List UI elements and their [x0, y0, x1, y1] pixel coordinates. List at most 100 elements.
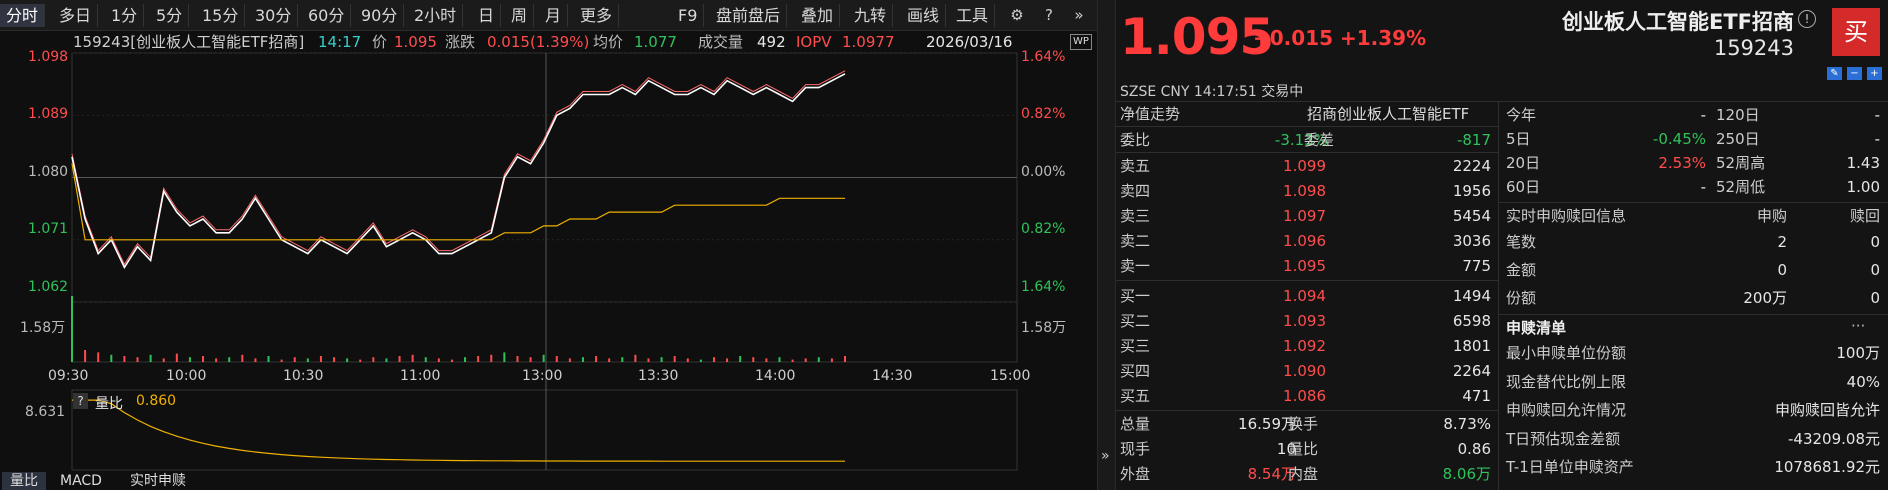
period-label: 120日 — [1716, 106, 1760, 124]
redemption-value: -43209.08元 — [1788, 429, 1880, 448]
volume-bar — [228, 357, 231, 362]
bid-price: 1.092 — [1283, 337, 1326, 355]
period-label: 250日 — [1716, 130, 1760, 148]
volume-bar — [634, 354, 637, 362]
nav-fund-name[interactable]: 招商创业板人工智能ETF — [1307, 103, 1469, 125]
redemption-value: 1078681.92元 — [1774, 458, 1880, 476]
time-tick: 15:00 — [990, 368, 1031, 384]
realtime-col-subscribe: 申购 — [1756, 207, 1787, 225]
bid-level-label: 买五 — [1120, 387, 1151, 405]
redemption-label: T-1日单位申赎资产 — [1506, 458, 1634, 476]
pct-tick: 1.64% — [1021, 49, 1066, 65]
info-icon[interactable]: ! — [1798, 10, 1816, 28]
panel-collapse-bar[interactable]: » — [1097, 0, 1116, 490]
more-icon[interactable]: ··· — [1851, 315, 1865, 337]
price-line — [71, 73, 846, 270]
volume-bar — [621, 357, 624, 362]
volume-bar — [529, 357, 532, 362]
tab-ratio[interactable]: 量比 — [2, 472, 46, 490]
buy-button[interactable]: 买 — [1832, 8, 1880, 56]
volume-bar — [385, 358, 388, 362]
redemption-value: 100万 — [1836, 344, 1880, 362]
volume-bar — [110, 354, 113, 362]
time-tick: 10:30 — [283, 368, 324, 384]
period-value: -0.45% — [1652, 130, 1706, 148]
tab-macd[interactable]: MACD — [52, 472, 110, 490]
ask-price: 1.099 — [1283, 157, 1326, 175]
plus-icon[interactable]: + — [1867, 67, 1882, 80]
ask-level-label: 卖一 — [1120, 257, 1151, 275]
volume-bar — [71, 296, 73, 362]
realtime-redeem-value: 0 — [1870, 289, 1880, 307]
volume-bar — [673, 356, 676, 362]
redemption-title: 申赎清单 — [1506, 319, 1567, 337]
realtime-title: 实时申购赎回信息 — [1506, 207, 1627, 225]
volume-bar — [136, 357, 139, 362]
volume-bar — [149, 354, 152, 362]
stat-label: 换手 — [1288, 415, 1319, 433]
expand-left-icon[interactable]: » — [1101, 448, 1110, 464]
price-tick: 1.071 — [28, 221, 69, 237]
tab-realtime-redemption[interactable]: 实时申赎 — [122, 472, 194, 490]
volume-bar — [660, 357, 663, 362]
volume-bar — [241, 354, 244, 362]
redemption-label: 最小申赎单位份额 — [1506, 344, 1627, 362]
time-tick: 11:00 — [400, 368, 441, 384]
minus-icon[interactable]: − — [1847, 67, 1862, 80]
time-tick: 13:00 — [522, 368, 563, 384]
volume-bar — [699, 359, 702, 362]
edit-icon[interactable]: ✎ — [1827, 67, 1842, 80]
volume-bar — [346, 358, 349, 362]
volume-bar — [581, 357, 584, 362]
ask-level-label: 卖三 — [1120, 207, 1151, 225]
bid-price: 1.090 — [1283, 362, 1326, 380]
ask-volume: 2224 — [1452, 157, 1491, 175]
ratio-help-icon[interactable]: ? — [73, 393, 88, 409]
period-label: 20日 — [1506, 154, 1541, 172]
period-label: 今年 — [1506, 106, 1537, 124]
ask-price: 1.098 — [1283, 182, 1326, 200]
volume-bar — [306, 358, 309, 362]
volume-bar — [97, 352, 100, 362]
stat-label: 内盘 — [1288, 465, 1319, 483]
period-value: 1.43 — [1846, 154, 1880, 172]
bid-volume: 471 — [1462, 387, 1491, 405]
redemption-label: 现金替代比例上限 — [1506, 372, 1627, 391]
ratio-pane-frame — [71, 389, 1018, 471]
volume-bar — [254, 358, 257, 362]
bid-volume: 6598 — [1452, 312, 1491, 330]
volume-bar — [503, 352, 506, 362]
price-tick: 1.089 — [28, 106, 69, 122]
volume-bar — [293, 357, 296, 362]
period-value: - — [1874, 130, 1880, 148]
volume-bar — [830, 358, 833, 362]
volume-bar — [804, 358, 807, 362]
time-tick: 14:30 — [872, 368, 913, 384]
stat-value: 8.54万 — [1247, 465, 1296, 483]
bid-price: 1.093 — [1283, 312, 1326, 330]
bid-level-label: 买四 — [1120, 362, 1151, 380]
period-label: 5日 — [1506, 130, 1531, 148]
nav-trend-link[interactable]: 净值走势 — [1120, 103, 1180, 125]
volume-bar — [175, 353, 178, 362]
volume-bar — [555, 356, 558, 362]
price-tick: 1.062 — [28, 279, 69, 295]
volume-bar — [319, 356, 322, 362]
period-label: 52周高 — [1716, 154, 1766, 172]
security-title: 创业板人工智能ETF招商 — [1561, 10, 1794, 34]
quote-panel: 1.095 +0.015 +1.39% 创业板人工智能ETF招商 ! 15924… — [1116, 0, 1888, 490]
realtime-col-redeem: 赎回 — [1849, 207, 1880, 225]
volume-bar — [490, 354, 493, 362]
volume-bar — [280, 359, 283, 362]
pct-tick: 1.64% — [1021, 279, 1066, 295]
volume-tick: 1.58万 — [20, 320, 66, 336]
volume-pane-frame — [71, 301, 1018, 363]
last-price: 1.095 — [1120, 8, 1274, 66]
volume-bar — [516, 356, 519, 362]
weicha-value: -817 — [1456, 131, 1491, 149]
period-value: - — [1700, 178, 1706, 196]
time-tick: 09:30 — [48, 368, 89, 384]
redemption-label: 申购赎回允许情况 — [1506, 401, 1627, 419]
volume-bar — [726, 358, 729, 362]
bid-level-label: 买一 — [1120, 287, 1151, 305]
